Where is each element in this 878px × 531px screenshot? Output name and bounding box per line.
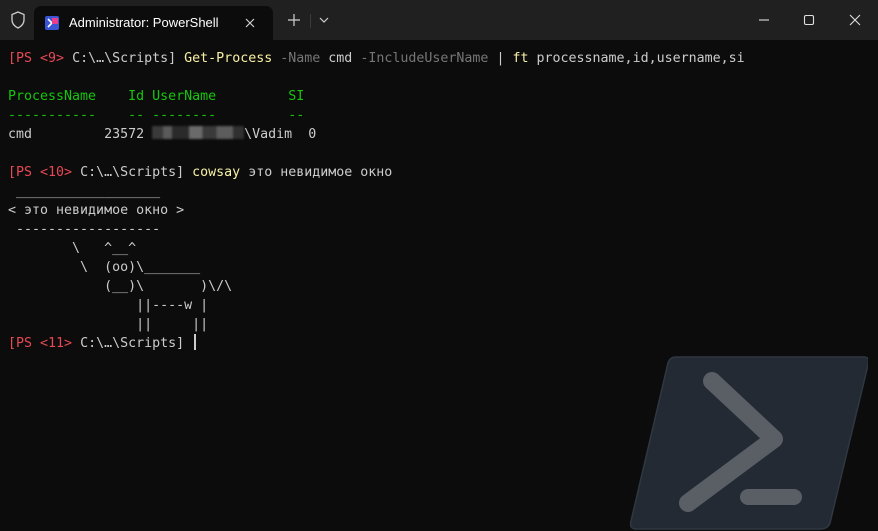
cowsay-line: ------------------ xyxy=(8,222,161,237)
title-bar: Administrator: PowerShell xyxy=(0,0,878,40)
text-cursor xyxy=(194,334,197,350)
tab-powershell[interactable]: Administrator: PowerShell xyxy=(34,6,273,40)
tab-title: Administrator: PowerShell xyxy=(69,15,219,30)
plus-icon[interactable] xyxy=(286,12,302,28)
redacted-username xyxy=(152,126,245,139)
terminal-window: Administrator: PowerShell [PS <9> C:\…\S… xyxy=(0,0,878,531)
powershell-icon xyxy=(45,16,59,30)
cowsay-line: (__)\ )\/\ xyxy=(8,279,233,294)
chevron-down-icon[interactable] xyxy=(318,14,330,26)
table-row: cmd 23572 \Vadim 0 xyxy=(8,126,317,142)
terminal-output[interactable]: [PS <9> C:\…\Scripts] Get-Process -Name … xyxy=(0,40,878,531)
cowsay-line: ||----w | xyxy=(8,298,209,313)
close-window-icon[interactable] xyxy=(845,10,865,30)
table-underline: ----------- -- -------- -- xyxy=(8,108,305,123)
cowsay-line: \ ^__^ xyxy=(8,241,137,256)
prompt-line-2: [PS <10> C:\…\Scripts] cowsay это невиди… xyxy=(8,165,393,180)
cowsay-line: __________________ xyxy=(8,184,161,199)
shield-icon xyxy=(11,11,25,29)
prompt-line-1: [PS <9> C:\…\Scripts] Get-Process -Name … xyxy=(8,51,745,66)
prompt-line-3[interactable]: [PS <11> C:\…\Scripts] xyxy=(8,334,197,353)
powershell-logo-icon xyxy=(629,356,868,530)
separator xyxy=(310,14,311,28)
cowsay-line: \ (oo)\_______ xyxy=(8,260,201,275)
table-header: ProcessName Id UserName SI xyxy=(8,89,305,104)
cowsay-line: < это невидимое окно > xyxy=(8,203,185,218)
close-tab-icon[interactable] xyxy=(241,14,259,32)
maximize-icon[interactable] xyxy=(799,10,819,30)
cowsay-line: || || xyxy=(8,317,209,332)
minimize-icon[interactable] xyxy=(754,10,774,30)
